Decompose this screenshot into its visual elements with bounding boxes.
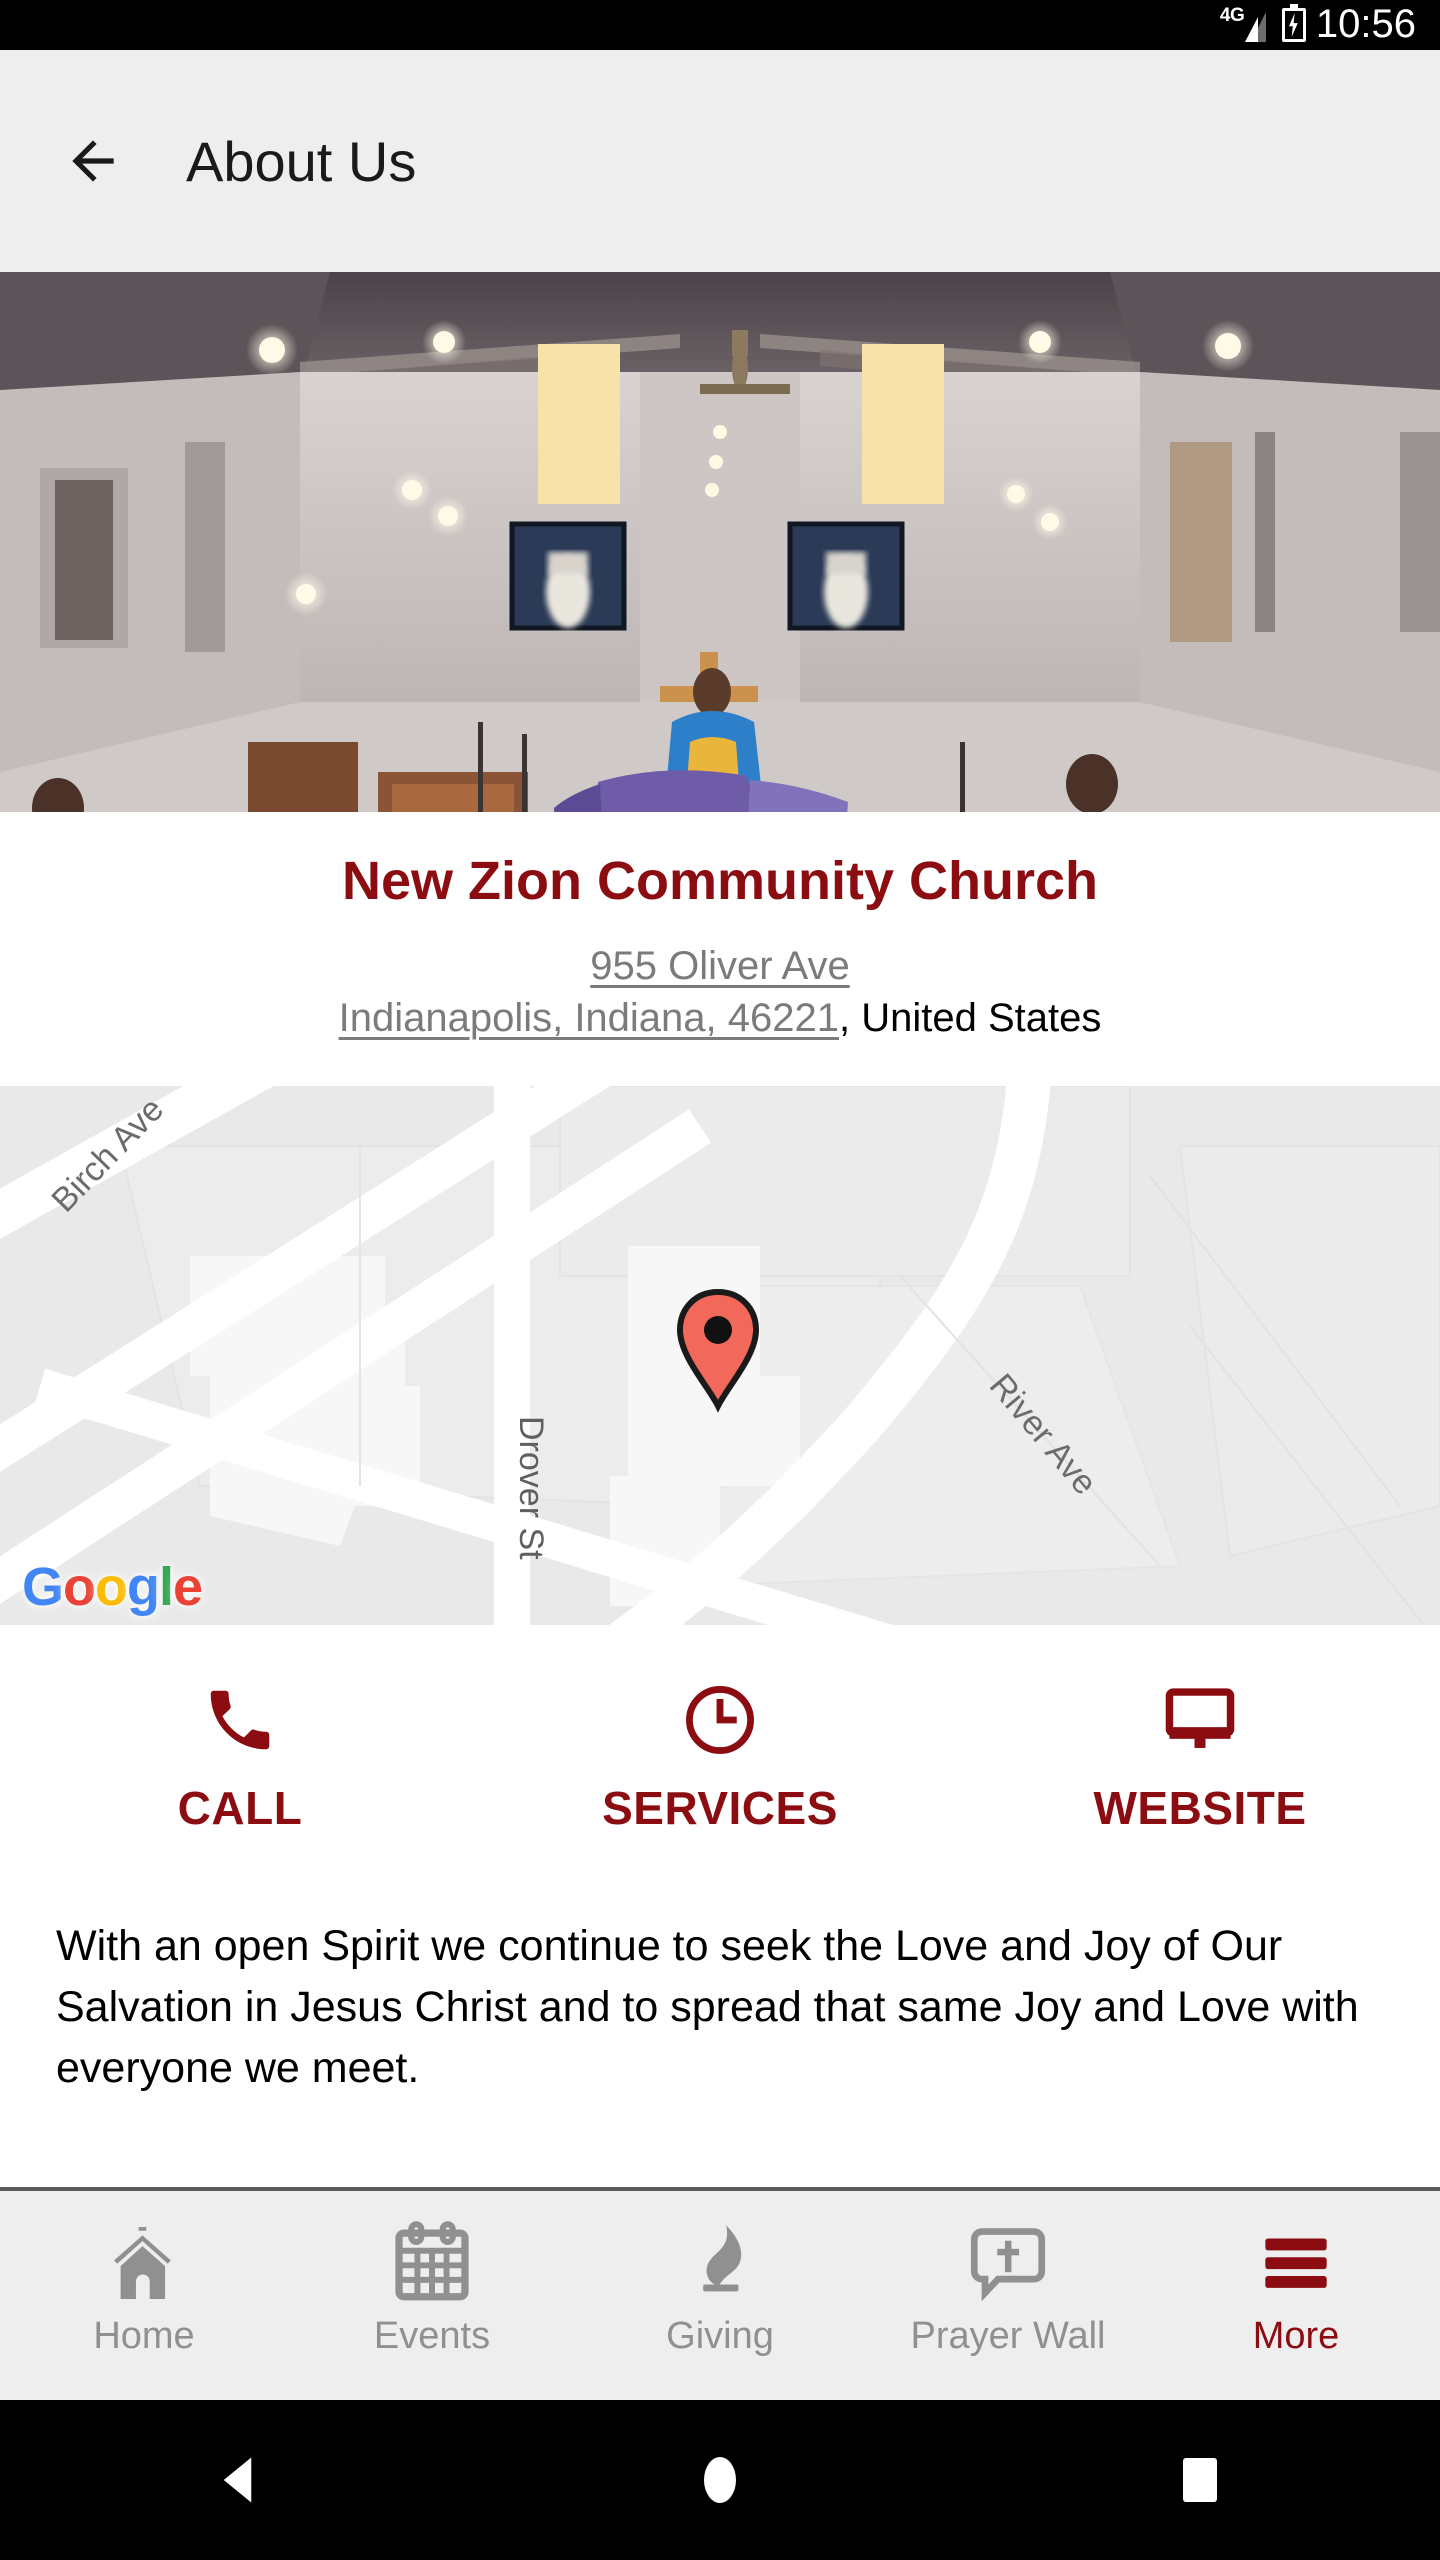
google-logo-letter-4: g [127,1557,160,1617]
system-recents-square-icon[interactable] [1140,2420,1260,2540]
nav-item-more[interactable]: More [1152,2191,1440,2358]
clock-icon [681,1681,759,1759]
google-logo-letter-6: e [173,1557,203,1617]
services-button-label: SERVICES [602,1782,838,1834]
google-logo-letter-1: G [22,1557,64,1617]
map-canvas: Birch Ave Drover St River Ave [0,1086,1440,1625]
signal-bars-foreground [1244,17,1258,42]
nav-label-events: Events [373,2315,491,2357]
call-button[interactable]: CALL [0,1681,480,1835]
church-address: 955 Oliver Ave Indianapolis, Indiana, 46… [0,940,1440,1044]
battery-charging-icon [1281,4,1306,42]
church-sanctuary-photo [0,272,1440,812]
address-line-2[interactable]: Indianapolis, Indiana, 46221 [339,996,839,1040]
app-screen: 4G 10:56 About Us New Zion Community Chu… [0,0,1440,2560]
call-button-label: CALL [177,1782,303,1834]
android-system-navigation [0,2400,1440,2560]
back-arrow-icon[interactable] [62,130,124,192]
website-button[interactable]: WEBSITE [960,1681,1440,1835]
system-back-triangle-icon[interactable] [180,2420,300,2540]
address-line-1[interactable]: 955 Oliver Ave [590,944,849,988]
nav-item-home[interactable]: Home [0,2191,288,2358]
bottom-navigation-bar: Home Events Giving Prayer Wall More [0,2187,1440,2400]
system-home-circle-icon[interactable] [660,2420,780,2540]
services-button[interactable]: SERVICES [480,1681,960,1835]
hero-image [0,272,1440,812]
nav-item-events[interactable]: Events [288,2191,576,2358]
signal-bars-icon: 4G [1220,6,1272,44]
church-name: New Zion Community Church [342,851,1098,911]
nav-label-giving: Giving [666,2315,774,2357]
status-bar-right-group: 4G 10:56 [1220,0,1416,50]
google-logo-letter-2: o [63,1557,96,1617]
location-map[interactable]: Birch Ave Drover St River Ave Google [0,1086,1440,1625]
status-bar: 4G 10:56 [0,0,1440,50]
calendar-icon [386,2217,478,2309]
flame-candle-icon [674,2217,766,2309]
nav-label-prayer-wall: Prayer Wall [910,2315,1106,2357]
network-type-label: 4G [1219,5,1245,26]
nav-label-more: More [1252,2315,1340,2357]
monitor-icon [1161,1681,1239,1759]
nav-label-home: Home [93,2315,195,2357]
app-bar: About Us [0,50,1440,272]
google-logo-letter-3: o [95,1557,128,1617]
phone-icon [201,1681,279,1759]
nav-item-prayer-wall[interactable]: Prayer Wall [864,2191,1152,2358]
action-buttons-row: CALL SERVICES WEBSITE [0,1625,1440,1891]
google-logo-letter-5: l [159,1557,174,1617]
church-icon [98,2217,190,2309]
address-country: , United States [839,996,1102,1040]
about-description: With an open Spirit we continue to seek … [0,1891,1440,2099]
street-label-drover-st: Drover St [512,1416,550,1560]
status-bar-clock: 10:56 [1315,2,1416,46]
hamburger-menu-icon [1250,2217,1342,2309]
about-description-text: With an open Spirit we continue to seek … [56,1922,1359,2092]
website-button-label: WEBSITE [1093,1782,1307,1834]
google-logo: Google [22,1560,203,1614]
church-info-block: New Zion Community Church 955 Oliver Ave… [0,812,1440,1086]
page-title: About Us [186,129,417,193]
speech-bubble-cross-icon [962,2217,1054,2309]
nav-item-giving[interactable]: Giving [576,2191,864,2358]
